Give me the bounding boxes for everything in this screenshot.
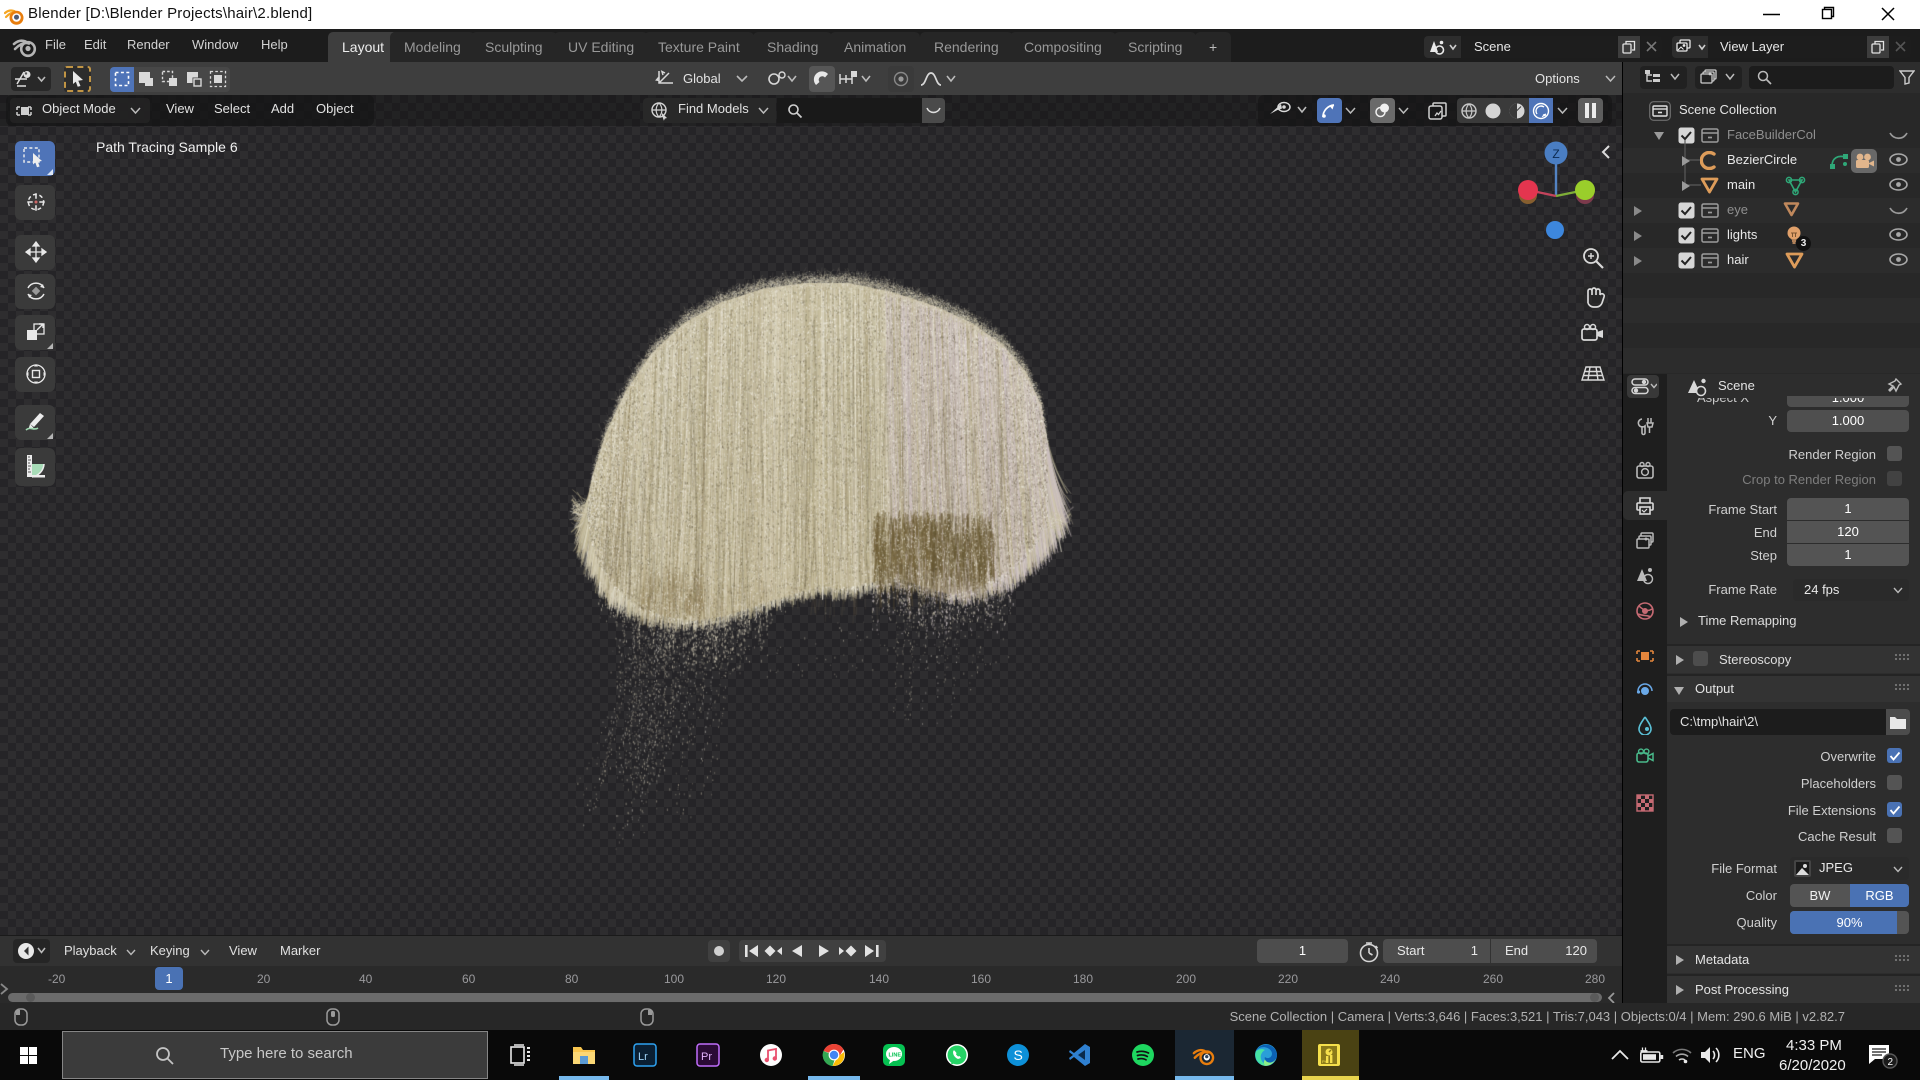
svg-text:Pr: Pr (701, 1051, 712, 1063)
svg-text:Lr: Lr (638, 1051, 648, 1063)
svg-text:PH: PH (1322, 1059, 1328, 1064)
svg-text:Z: Z (1552, 147, 1559, 161)
svg-text:S: S (1014, 1047, 1023, 1063)
svg-text:2: 2 (1888, 1057, 1894, 1068)
svg-text:LINE: LINE (889, 1053, 902, 1059)
